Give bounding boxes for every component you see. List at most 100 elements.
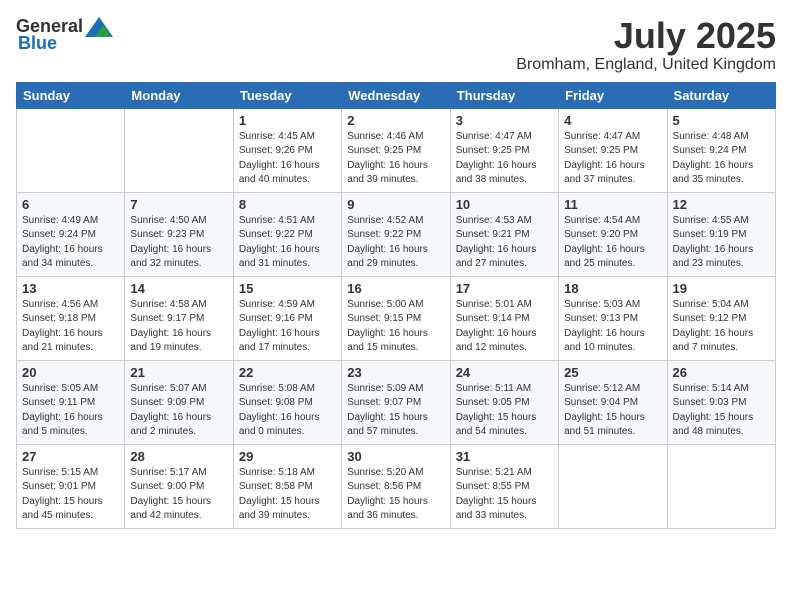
day-number: 7 — [130, 197, 227, 212]
day-info: Sunrise: 4:47 AMSunset: 9:25 PMDaylight:… — [456, 130, 553, 188]
day-info: Sunrise: 5:05 AMSunset: 9:11 PMDaylight:… — [22, 382, 119, 440]
day-info: Sunrise: 4:51 AMSunset: 9:22 PMDaylight:… — [239, 214, 336, 272]
calendar-cell: 8 Sunrise: 4:51 AMSunset: 9:22 PMDaylight… — [233, 192, 341, 276]
title-block: July 2025 Bromham, England, United Kingd… — [516, 16, 776, 74]
calendar-cell: 28 Sunrise: 5:17 AMSunset: 9:00 PMDayligh… — [125, 444, 233, 528]
weekday-header: Thursday — [450, 82, 558, 108]
weekday-header: Monday — [125, 82, 233, 108]
day-number: 28 — [130, 449, 227, 464]
day-info: Sunrise: 5:17 AMSunset: 9:00 PMDaylight:… — [130, 466, 227, 524]
day-number: 26 — [673, 365, 770, 380]
page-header: General Blue July 2025 Bromham, England,… — [16, 16, 776, 74]
calendar-table: SundayMondayTuesdayWednesdayThursdayFrid… — [16, 82, 776, 529]
calendar-cell — [559, 444, 667, 528]
calendar-cell: 15Sunrise: 4:59 AMSunset: 9:16 PMDayligh… — [233, 276, 341, 360]
day-number: 12 — [673, 197, 770, 212]
calendar-cell: 16Sunrise: 5:00 AMSunset: 9:15 PMDayligh… — [342, 276, 450, 360]
calendar-cell: 29Sunrise: 5:18 AMSunset: 8:58 PMDayligh… — [233, 444, 341, 528]
calendar-cell: 19 Sunrise: 5:04 AMSunset: 9:12 PMDayligh… — [667, 276, 775, 360]
day-number: 8 — [239, 197, 336, 212]
day-info: Sunrise: 5:07 AMSunset: 9:09 PMDaylight:… — [130, 382, 227, 440]
calendar-week-row: 27Sunrise: 5:15 AMSunset: 9:01 PMDayligh… — [17, 444, 776, 528]
day-info: Sunrise: 5:20 AMSunset: 8:56 PMDaylight:… — [347, 466, 444, 524]
day-number: 24 — [456, 365, 553, 380]
day-number: 9 — [347, 197, 444, 212]
day-number: 15 — [239, 281, 336, 296]
calendar-cell: 27Sunrise: 5:15 AMSunset: 9:01 PMDayligh… — [17, 444, 125, 528]
day-info: Sunrise: 5:03 AMSunset: 9:13 PMDaylight:… — [564, 298, 661, 356]
day-info: Sunrise: 5:21 AMSunset: 8:55 PMDaylight:… — [456, 466, 553, 524]
day-info: Sunrise: 4:50 AMSunset: 9:23 PMDaylight:… — [130, 214, 227, 272]
day-info: Sunrise: 5:11 AMSunset: 9:05 PMDaylight:… — [456, 382, 553, 440]
day-info: Sunrise: 5:01 AMSunset: 9:14 PMDaylight:… — [456, 298, 553, 356]
day-number: 11 — [564, 197, 661, 212]
day-info: Sunrise: 5:09 AMSunset: 9:07 PMDaylight:… — [347, 382, 444, 440]
calendar-week-row: 6 Sunrise: 4:49 AMSunset: 9:24 PMDaylight… — [17, 192, 776, 276]
calendar-cell: 14Sunrise: 4:58 AMSunset: 9:17 PMDayligh… — [125, 276, 233, 360]
calendar-week-row: 13 Sunrise: 4:56 AMSunset: 9:18 PMDayligh… — [17, 276, 776, 360]
calendar-cell: 13 Sunrise: 4:56 AMSunset: 9:18 PMDayligh… — [17, 276, 125, 360]
weekday-header: Sunday — [17, 82, 125, 108]
month-title: July 2025 — [516, 16, 776, 56]
weekday-header: Tuesday — [233, 82, 341, 108]
day-info: Sunrise: 4:52 AMSunset: 9:22 PMDaylight:… — [347, 214, 444, 272]
calendar-cell: 11 Sunrise: 4:54 AMSunset: 9:20 PMDayligh… — [559, 192, 667, 276]
calendar-cell: 24 Sunrise: 5:11 AMSunset: 9:05 PMDayligh… — [450, 360, 558, 444]
day-number: 25 — [564, 365, 661, 380]
calendar-cell: 6 Sunrise: 4:49 AMSunset: 9:24 PMDaylight… — [17, 192, 125, 276]
day-info: Sunrise: 4:49 AMSunset: 9:24 PMDaylight:… — [22, 214, 119, 272]
calendar-cell: 9 Sunrise: 4:52 AMSunset: 9:22 PMDaylight… — [342, 192, 450, 276]
calendar-cell: 26Sunrise: 5:14 AMSunset: 9:03 PMDayligh… — [667, 360, 775, 444]
logo-blue: Blue — [18, 33, 57, 54]
day-number: 13 — [22, 281, 119, 296]
day-number: 3 — [456, 113, 553, 128]
calendar-cell: 12 Sunrise: 4:55 AMSunset: 9:19 PMDayligh… — [667, 192, 775, 276]
day-info: Sunrise: 4:46 AMSunset: 9:25 PMDaylight:… — [347, 130, 444, 188]
day-number: 10 — [456, 197, 553, 212]
calendar-cell: 23Sunrise: 5:09 AMSunset: 9:07 PMDayligh… — [342, 360, 450, 444]
calendar-cell: 20 Sunrise: 5:05 AMSunset: 9:11 PMDayligh… — [17, 360, 125, 444]
day-number: 6 — [22, 197, 119, 212]
day-number: 18 — [564, 281, 661, 296]
logo: General Blue — [16, 16, 113, 54]
calendar-header-row: SundayMondayTuesdayWednesdayThursdayFrid… — [17, 82, 776, 108]
day-info: Sunrise: 4:54 AMSunset: 9:20 PMDaylight:… — [564, 214, 661, 272]
calendar-cell — [125, 108, 233, 192]
day-number: 27 — [22, 449, 119, 464]
day-info: Sunrise: 4:58 AMSunset: 9:17 PMDaylight:… — [130, 298, 227, 356]
day-number: 21 — [130, 365, 227, 380]
day-number: 19 — [673, 281, 770, 296]
day-info: Sunrise: 4:56 AMSunset: 9:18 PMDaylight:… — [22, 298, 119, 356]
weekday-header: Wednesday — [342, 82, 450, 108]
calendar-week-row: 1 Sunrise: 4:45 AMSunset: 9:26 PMDaylight… — [17, 108, 776, 192]
calendar-cell: 3 Sunrise: 4:47 AMSunset: 9:25 PMDaylight… — [450, 108, 558, 192]
day-number: 2 — [347, 113, 444, 128]
day-number: 31 — [456, 449, 553, 464]
day-info: Sunrise: 4:55 AMSunset: 9:19 PMDaylight:… — [673, 214, 770, 272]
day-info: Sunrise: 4:53 AMSunset: 9:21 PMDaylight:… — [456, 214, 553, 272]
calendar-cell: 31 Sunrise: 5:21 AMSunset: 8:55 PMDayligh… — [450, 444, 558, 528]
weekday-header: Friday — [559, 82, 667, 108]
calendar-cell: 17 Sunrise: 5:01 AMSunset: 9:14 PMDayligh… — [450, 276, 558, 360]
calendar-cell: 21 Sunrise: 5:07 AMSunset: 9:09 PMDayligh… — [125, 360, 233, 444]
calendar-cell: 1 Sunrise: 4:45 AMSunset: 9:26 PMDaylight… — [233, 108, 341, 192]
calendar-cell: 22Sunrise: 5:08 AMSunset: 9:08 PMDayligh… — [233, 360, 341, 444]
day-info: Sunrise: 4:48 AMSunset: 9:24 PMDaylight:… — [673, 130, 770, 188]
calendar-cell — [667, 444, 775, 528]
day-info: Sunrise: 5:18 AMSunset: 8:58 PMDaylight:… — [239, 466, 336, 524]
calendar-cell: 30Sunrise: 5:20 AMSunset: 8:56 PMDayligh… — [342, 444, 450, 528]
calendar-cell: 5 Sunrise: 4:48 AMSunset: 9:24 PMDaylight… — [667, 108, 775, 192]
calendar-cell: 25Sunrise: 5:12 AMSunset: 9:04 PMDayligh… — [559, 360, 667, 444]
day-info: Sunrise: 5:04 AMSunset: 9:12 PMDaylight:… — [673, 298, 770, 356]
day-number: 1 — [239, 113, 336, 128]
calendar-week-row: 20 Sunrise: 5:05 AMSunset: 9:11 PMDayligh… — [17, 360, 776, 444]
day-info: Sunrise: 4:47 AMSunset: 9:25 PMDaylight:… — [564, 130, 661, 188]
day-number: 5 — [673, 113, 770, 128]
day-number: 20 — [22, 365, 119, 380]
day-number: 17 — [456, 281, 553, 296]
day-number: 16 — [347, 281, 444, 296]
weekday-header: Saturday — [667, 82, 775, 108]
day-info: Sunrise: 4:45 AMSunset: 9:26 PMDaylight:… — [239, 130, 336, 188]
calendar-cell: 2 Sunrise: 4:46 AMSunset: 9:25 PMDaylight… — [342, 108, 450, 192]
day-info: Sunrise: 5:08 AMSunset: 9:08 PMDaylight:… — [239, 382, 336, 440]
